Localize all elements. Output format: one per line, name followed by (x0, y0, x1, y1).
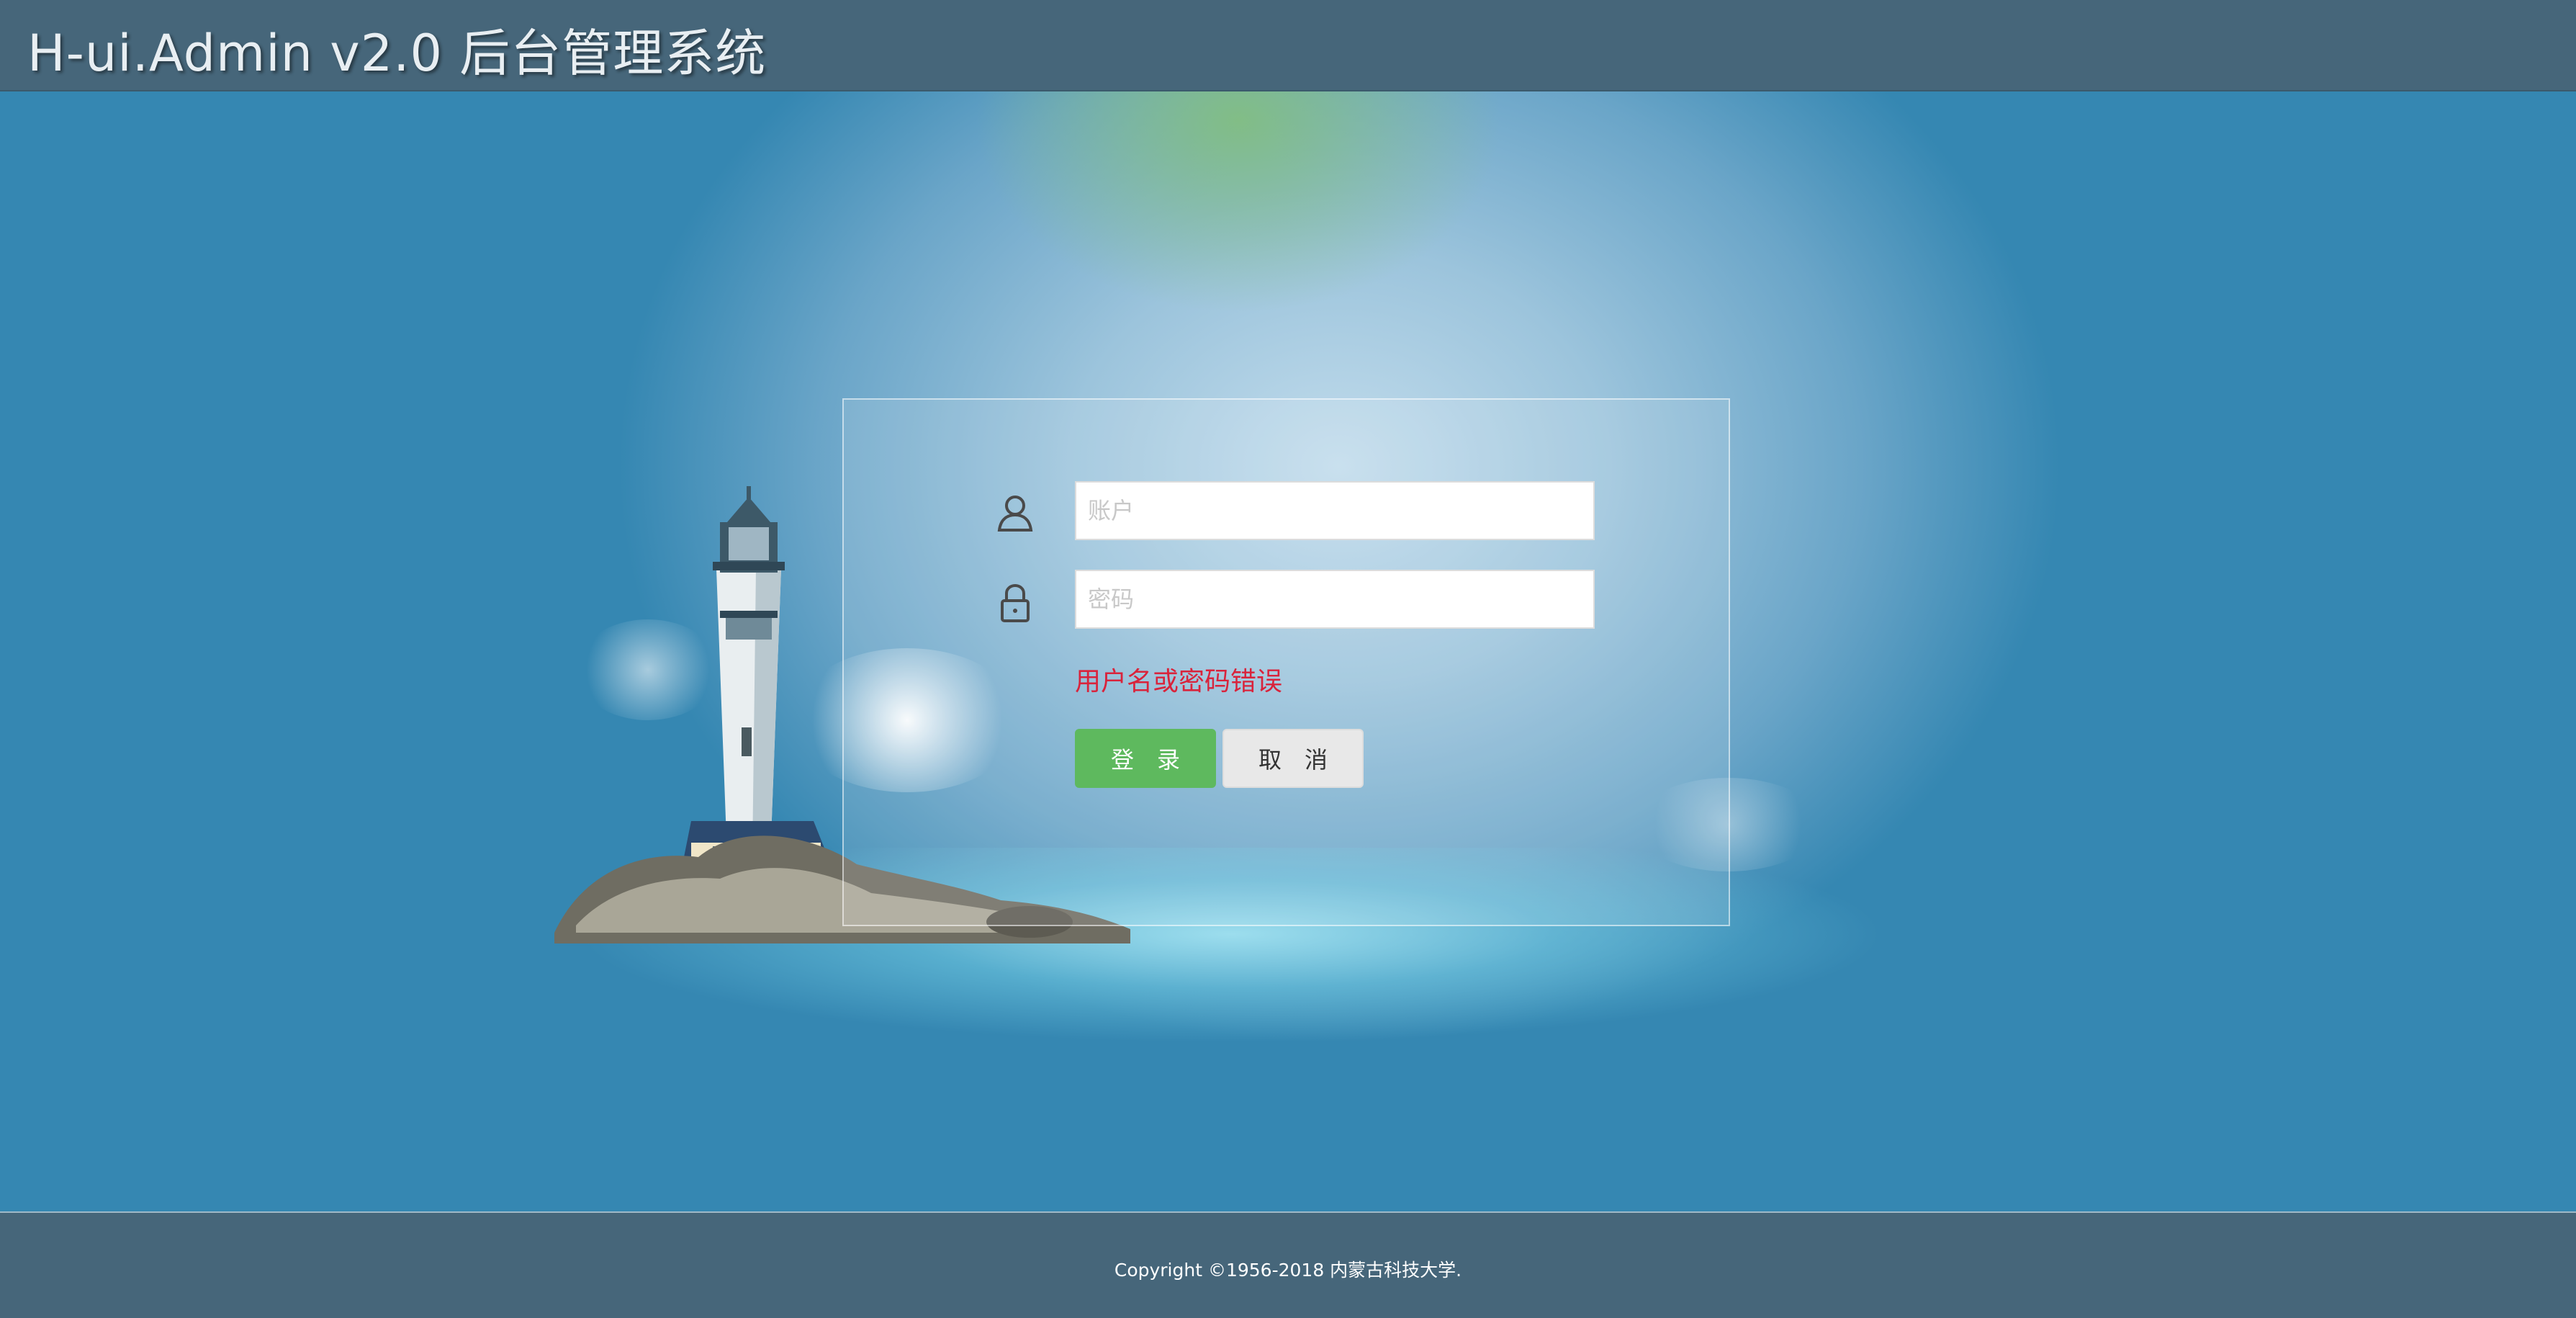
lock-icon (1001, 583, 1030, 622)
error-message: 用户名或密码错误 (1075, 667, 1283, 696)
login-panel (842, 398, 1730, 926)
password-input[interactable] (1075, 570, 1595, 629)
user-icon (997, 496, 1033, 532)
footer-bar: Copyright ©1956-2018 内蒙古科技大学. (0, 1211, 2576, 1318)
copyright-text: Copyright ©1956-2018 内蒙古科技大学. (1114, 1260, 1462, 1281)
cancel-button[interactable]: 取 消 (1222, 729, 1364, 788)
app-title: H-ui.Admin v2.0 后台管理系统 (27, 24, 767, 83)
username-input[interactable] (1075, 481, 1595, 540)
header-bar: H-ui.Admin v2.0 后台管理系统 (0, 0, 2576, 91)
login-button[interactable]: 登 录 (1075, 729, 1216, 788)
